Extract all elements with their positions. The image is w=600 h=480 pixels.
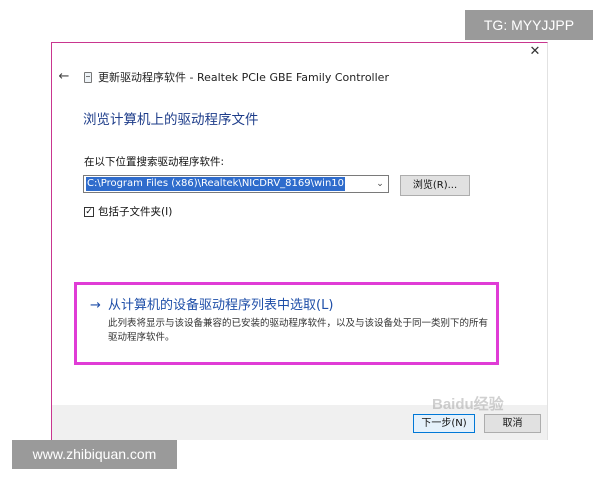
next-button[interactable]: 下一步(N) xyxy=(413,414,475,433)
page-heading: 浏览计算机上的驱动程序文件 xyxy=(83,112,259,128)
update-driver-dialog xyxy=(51,42,548,440)
cancel-button[interactable]: 取消 xyxy=(484,414,541,433)
baidu-watermark: Baidu经验 xyxy=(432,396,504,413)
include-subfolders-label[interactable]: 包括子文件夹(I) xyxy=(98,205,172,219)
arrow-right-icon[interactable]: → xyxy=(90,298,101,314)
close-icon[interactable]: ✕ xyxy=(525,43,545,61)
driver-path-value[interactable]: C:\Program Files (x86)\Realtek\NICDRV_81… xyxy=(86,177,346,191)
tg-watermark: TG: MYYJJPP xyxy=(465,10,593,40)
pick-from-list-link[interactable]: 从计算机的设备驱动程序列表中选取(L) xyxy=(108,298,333,314)
window-title: 更新驱动程序软件 - Realtek PCIe GBE Family Contr… xyxy=(98,71,389,84)
browse-button[interactable]: 浏览(R)... xyxy=(400,175,470,196)
include-subfolders-checkbox[interactable]: ✓ xyxy=(84,207,94,217)
pick-from-list-description: 此列表将显示与该设备兼容的已安装的驱动程序软件，以及与该设备处于同一类别下的所有… xyxy=(108,318,489,343)
chevron-down-icon[interactable]: ⌄ xyxy=(374,177,386,191)
back-arrow-icon[interactable]: ← xyxy=(56,69,72,85)
device-icon xyxy=(84,72,92,83)
site-watermark: www.zhibiquan.com xyxy=(12,440,177,469)
driver-path-combobox[interactable]: C:\Program Files (x86)\Realtek\NICDRV_81… xyxy=(83,175,389,193)
search-location-label: 在以下位置搜索驱动程序软件: xyxy=(84,156,225,168)
